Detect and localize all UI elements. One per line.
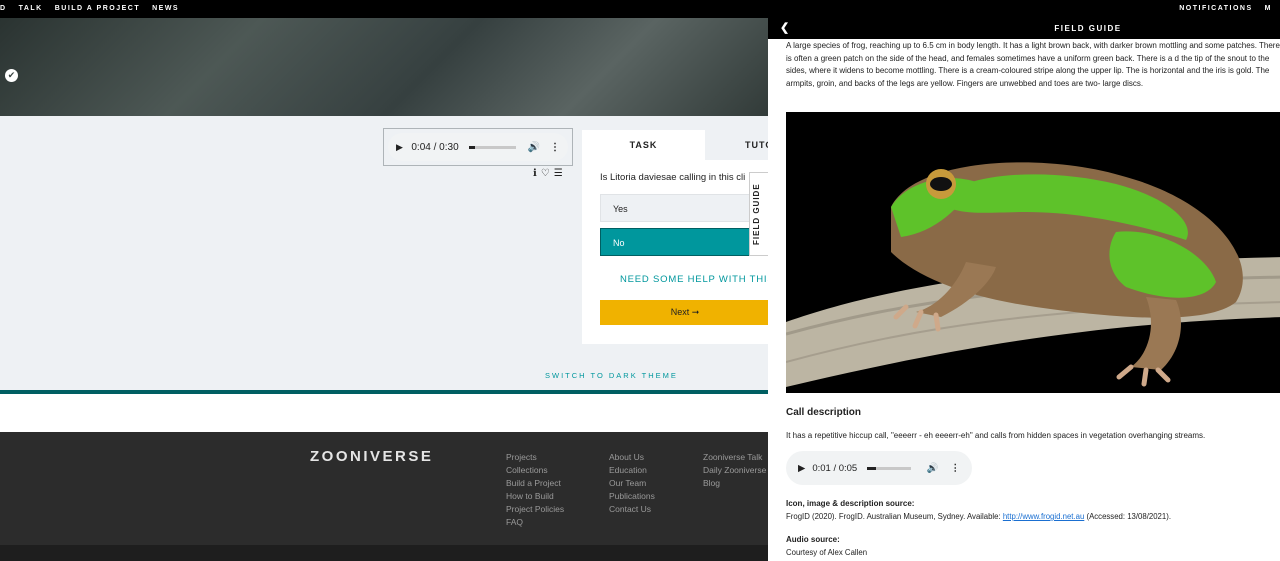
field-guide-tab[interactable]: FIELD GUIDE [749, 172, 769, 256]
footer-link[interactable]: Zooniverse Talk [703, 451, 766, 464]
field-guide-tab-label: FIELD GUIDE [752, 183, 761, 245]
project-hero-banner: ✔ [0, 18, 780, 116]
footer-bottom-bar [0, 545, 780, 561]
top-nav-left: D TALK BUILD A PROJECT NEWS [0, 5, 179, 12]
play-icon[interactable]: ▶ [798, 463, 805, 474]
switch-theme-link[interactable]: SWITCH TO DARK THEME [545, 371, 678, 380]
subject-audio-player[interactable]: ▶ 0:04 / 0:30 🔊 ⋮ [388, 133, 568, 161]
footer-link[interactable]: Our Team [609, 477, 655, 490]
nav-item-news[interactable]: NEWS [152, 5, 179, 12]
task-tabs: TASK TUTO [582, 130, 782, 160]
audio-progress-bar[interactable] [468, 145, 516, 149]
subject-tools: ℹ ♡ ☰ [533, 168, 563, 179]
nav-item-d[interactable]: D [0, 5, 7, 12]
footer-link[interactable]: Projects [506, 451, 564, 464]
task-question: Is Litoria daviesae calling in this cli [600, 172, 746, 183]
audio-source-heading: Audio source: [786, 535, 840, 544]
audio-source-text: Courtesy of Alex Callen [786, 548, 868, 557]
footer-link[interactable]: Education [609, 464, 655, 477]
footer: ZOONIVERSE Projects Collections Build a … [0, 432, 780, 545]
footer-col-projects: Projects Collections Build a Project How… [506, 451, 564, 529]
checkmark-icon: ✔ [5, 69, 18, 82]
field-guide-drawer: ❮ FIELD GUIDE A large species of frog, r… [768, 18, 1280, 561]
footer-link[interactable]: About Us [609, 451, 655, 464]
frog-illustration [786, 112, 1280, 393]
call-audio-player[interactable]: ▶ 0:01 / 0:05 🔊 ⋮ [786, 451, 972, 485]
top-nav: D TALK BUILD A PROJECT NEWS NOTIFICATION… [0, 0, 1280, 18]
nav-item-talk[interactable]: TALK [19, 5, 43, 12]
footer-link[interactable]: Daily Zooniverse [703, 464, 766, 477]
answer-yes[interactable]: Yes [600, 194, 770, 222]
call-audio-progress-bar[interactable] [867, 466, 911, 470]
footer-link[interactable]: Blog [703, 477, 766, 490]
subject-audio-container: ▶ 0:04 / 0:30 🔊 ⋮ [383, 128, 573, 166]
answer-no[interactable]: No [600, 228, 770, 256]
list-icon[interactable]: ☰ [554, 168, 563, 179]
heart-icon[interactable]: ♡ [541, 168, 550, 179]
tab-task[interactable]: TASK [582, 130, 705, 160]
icon-source-text: FrogID (2020). FrogID. Australian Museum… [786, 512, 1171, 521]
footer-link[interactable]: How to Build [506, 490, 564, 503]
volume-icon[interactable]: 🔊 [927, 463, 939, 474]
footer-col-about: About Us Education Our Team Publications… [609, 451, 655, 516]
audio-time: 0:04 / 0:30 [411, 141, 459, 153]
top-nav-right: NOTIFICATIONS M [1179, 5, 1272, 12]
call-description-text: It has a repetitive hiccup call, "eeeerr… [786, 431, 1206, 440]
field-guide-header: ❮ FIELD GUIDE [768, 18, 1280, 39]
icon-source-pre: FrogID (2020). FrogID. Australian Museum… [786, 512, 1003, 521]
nav-item-m[interactable]: M [1265, 5, 1272, 12]
footer-col-talk: Zooniverse Talk Daily Zooniverse Blog [703, 451, 766, 490]
icon-source-post: (Accessed: 13/08/2021). [1084, 512, 1171, 521]
field-guide-title: FIELD GUIDE [1054, 24, 1122, 33]
footer-link[interactable]: Build a Project [506, 477, 564, 490]
next-button[interactable]: Next ➞ [600, 300, 770, 325]
footer-link[interactable]: FAQ [506, 516, 564, 529]
volume-icon[interactable]: 🔊 [528, 142, 540, 153]
call-description-heading: Call description [786, 407, 862, 418]
zooniverse-logo[interactable]: ZOONIVERSE [310, 448, 433, 465]
need-help-link[interactable]: NEED SOME HELP WITH THIS T [620, 274, 784, 285]
page-strip [0, 394, 780, 432]
nav-item-build-a-project[interactable]: BUILD A PROJECT [55, 5, 140, 12]
species-description: A large species of frog, reaching up to … [786, 41, 1280, 89]
frog-photo [786, 112, 1280, 393]
more-options-icon[interactable]: ⋮ [951, 463, 961, 474]
info-icon[interactable]: ℹ [533, 168, 537, 179]
more-options-icon[interactable]: ⋮ [550, 142, 560, 153]
nav-item-notifications[interactable]: NOTIFICATIONS [1179, 5, 1252, 12]
footer-link[interactable]: Contact Us [609, 503, 655, 516]
call-audio-time: 0:01 / 0:05 [812, 462, 858, 474]
call-audio-progress-fill [867, 466, 876, 470]
icon-source-heading: Icon, image & description source: [786, 499, 915, 508]
play-icon[interactable]: ▶ [396, 142, 405, 153]
footer-link[interactable]: Publications [609, 490, 655, 503]
footer-link[interactable]: Collections [506, 464, 564, 477]
footer-link[interactable]: Project Policies [506, 503, 564, 516]
frogid-link[interactable]: http://www.frogid.net.au [1003, 512, 1084, 521]
audio-progress-fill [468, 145, 475, 149]
